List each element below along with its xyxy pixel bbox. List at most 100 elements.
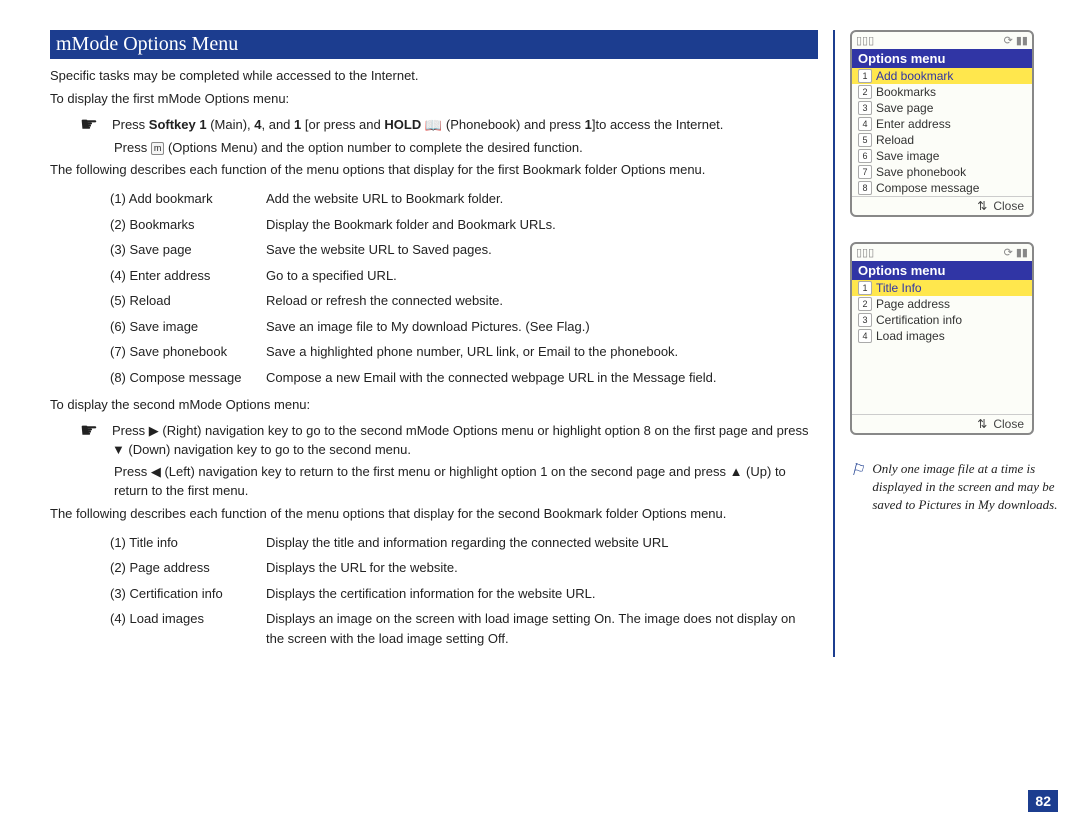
definition-key: (8) Compose message [110,365,266,391]
phone-menu-item: 4 Load images [852,328,1032,344]
definition-row: (2) BookmarksDisplay the Bookmark folder… [110,212,722,238]
item-label: Enter address [876,117,951,131]
definition-value: Displays the URL for the website. [266,555,818,581]
item-label: Save phonebook [876,165,966,179]
definition-row: (3) Save pageSave the website URL to Sav… [110,237,722,263]
phonebook-icon: 📖 [425,115,442,136]
sidebar: ▯▯▯⟳ ▮▮ Options menu 1 Add bookmark 2 Bookm… [850,30,1060,657]
bullet-1: ☛ Press Softkey 1 (Main), 4, and 1 [or p… [80,115,818,136]
definition-value: Displays the certification information f… [266,581,818,607]
item-number-icon: 6 [858,149,872,163]
definition-row: (3) Certification infoDisplays the certi… [110,581,818,607]
definition-value: Display the title and information regard… [266,530,818,556]
item-number-icon: 1 [858,69,872,83]
item-number-icon: 2 [858,297,872,311]
definition-key: (2) Page address [110,555,266,581]
intro-line-3: To display the second mMode Options menu… [50,396,818,415]
item-label: Reload [876,133,914,147]
definition-value: Displays an image on the screen with loa… [266,606,818,651]
bullet-1-text: Press Softkey 1 (Main), 4, and 1 [or pre… [112,115,818,136]
pointer-icon: ☛ [80,115,98,135]
phone-status-bar: ▯▯▯⟳ ▮▮ [852,32,1032,49]
item-number-icon: 4 [858,117,872,131]
page-number: 82 [1028,790,1058,812]
desc-1: The following describes each function of… [50,161,818,180]
definition-row: (7) Save phonebookSave a highlighted pho… [110,339,722,365]
definition-key: (5) Reload [110,288,266,314]
phone-mockup-1: ▯▯▯⟳ ▮▮ Options menu 1Add bookmark2Bookm… [850,30,1034,217]
definition-value: Display the Bookmark folder and Bookmark… [266,212,722,238]
definition-row: (5) ReloadReload or refresh the connecte… [110,288,722,314]
item-number-icon: 3 [858,101,872,115]
definition-row: (1) Add bookmarkAdd the website URL to B… [110,186,722,212]
definition-key: (7) Save phonebook [110,339,266,365]
sub-line-2: Press ◀ (Left) navigation key to return … [114,462,818,501]
phone-menu-item: 1 Add bookmark [852,68,1032,84]
bullet-2: ☛ Press ▶ (Right) navigation key to go t… [80,421,818,460]
item-label: Add bookmark [876,69,953,83]
definition-key: (2) Bookmarks [110,212,266,238]
definition-value: Save an image file to My download Pictur… [266,314,722,340]
phone-menu-item: 5 Reload [852,132,1032,148]
definition-value: Save the website URL to Saved pages. [266,237,722,263]
note-icon: ⚐ [850,460,864,515]
definition-value: Compose a new Email with the connected w… [266,365,722,391]
item-number-icon: 7 [858,165,872,179]
updown-icon: ⇅ [977,417,987,431]
definitions-table-1: (1) Add bookmarkAdd the website URL to B… [110,186,722,390]
phone-title-2: Options menu [852,261,1032,280]
definition-value: Go to a specified URL. [266,263,722,289]
phone-mockup-2: ▯▯▯⟳ ▮▮ Options menu 1Title Info2Page ad… [850,242,1034,435]
item-label: Load images [876,329,945,343]
definition-value: Save a highlighted phone number, URL lin… [266,339,722,365]
phone-menu-item: 6 Save image [852,148,1032,164]
options-menu-icon: m [151,142,165,155]
item-number-icon: 1 [858,281,872,295]
item-label: Title Info [876,281,922,295]
updown-icon: ⇅ [977,199,987,213]
definition-key: (1) Add bookmark [110,186,266,212]
main-content: mMode Options Menu Specific tasks may be… [50,30,835,657]
intro-line-2: To display the first mMode Options menu: [50,90,818,109]
close-label: Close [993,417,1024,431]
section-heading: mMode Options Menu [50,30,818,59]
phone-menu-item: 1 Title Info [852,280,1032,296]
item-label: Certification info [876,313,962,327]
phone-menu-item: 7 Save phonebook [852,164,1032,180]
item-number-icon: 4 [858,329,872,343]
definition-row: (6) Save imageSave an image file to My d… [110,314,722,340]
phone-menu-item: 3Certification info [852,312,1032,328]
phone-title-1: Options menu [852,49,1032,68]
definition-key: (3) Save page [110,237,266,263]
definition-row: (2) Page addressDisplays the URL for the… [110,555,818,581]
pointer-icon: ☛ [80,421,98,441]
close-label: Close [993,199,1024,213]
phone-menu-item: 4 Enter address [852,116,1032,132]
definition-key: (6) Save image [110,314,266,340]
item-number-icon: 5 [858,133,872,147]
item-label: Save page [876,101,933,115]
desc-2: The following describes each function of… [50,505,818,524]
definition-key: (1) Title info [110,530,266,556]
definition-row: (4) Load imagesDisplays an image on the … [110,606,818,651]
footnote: ⚐ Only one image file at a time is displ… [850,460,1060,515]
phone-menu-item: 8Compose message [852,180,1032,196]
definition-row: (8) Compose messageCompose a new Email w… [110,365,722,391]
intro-line-1: Specific tasks may be completed while ac… [50,67,818,86]
definition-row: (4) Enter addressGo to a specified URL. [110,263,722,289]
definition-key: (3) Certification info [110,581,266,607]
definition-row: (1) Title infoDisplay the title and info… [110,530,818,556]
phone-menu-item: 2 Page address [852,296,1032,312]
item-label: Page address [876,297,950,311]
definition-value: Reload or refresh the connected website. [266,288,722,314]
sub-line-1: Press m (Options Menu) and the option nu… [114,138,818,158]
phone-footer-1: ⇅ Close [852,196,1032,215]
item-number-icon: 8 [858,181,872,195]
item-label: Bookmarks [876,85,936,99]
phone-footer-2: ⇅ Close [852,414,1032,433]
item-label: Save image [876,149,939,163]
definition-value: Add the website URL to Bookmark folder. [266,186,722,212]
note-text: Only one image file at a time is display… [872,460,1060,515]
bullet-2-text: Press ▶ (Right) navigation key to go to … [112,421,818,460]
definition-key: (4) Load images [110,606,266,651]
